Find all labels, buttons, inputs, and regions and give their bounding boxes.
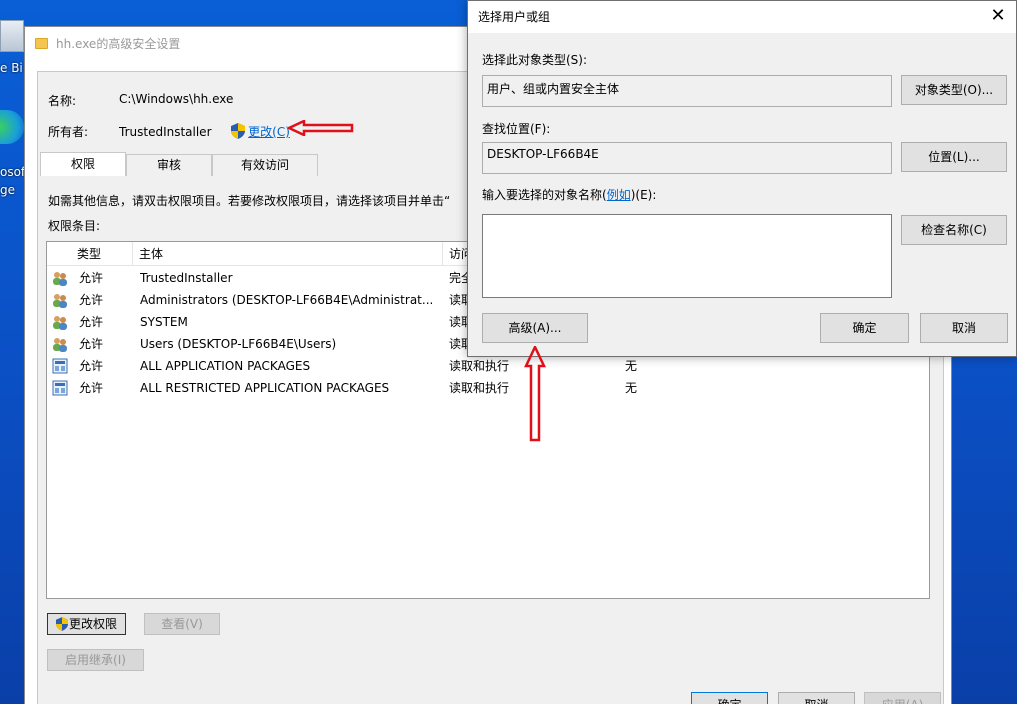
table-cell-principal: ALL RESTRICTED APPLICATION PACKAGES	[140, 381, 390, 395]
recycle-bin-icon	[0, 20, 24, 52]
column-header-type[interactable]: 类型	[71, 242, 133, 266]
tab-auditing[interactable]: 审核	[126, 154, 213, 176]
users-icon	[52, 270, 68, 286]
name-row: 名称: C:\Windows\hh.exe	[48, 92, 233, 109]
users-icon	[52, 292, 68, 308]
table-cell-type: 允许	[79, 381, 104, 395]
dialog-cancel-button[interactable]: 取消	[920, 313, 1008, 343]
desktop-icon-label: ge	[0, 183, 15, 197]
apply-button[interactable]: 应用(A)	[864, 692, 941, 704]
name-label: 名称:	[48, 94, 77, 108]
object-type-label: 选择此对象类型(S):	[482, 53, 588, 67]
table-cell-access: 读取和执行	[449, 359, 510, 373]
column-header-principal[interactable]: 主体	[133, 242, 443, 266]
annotation-arrow-up	[524, 346, 546, 442]
enter-names-label-suffix: )(E):	[630, 188, 657, 202]
dialog-ok-button[interactable]: 确定	[820, 313, 909, 343]
users-icon	[52, 336, 68, 352]
uac-shield-icon	[55, 617, 68, 631]
dialog-title: 选择用户或组	[478, 10, 551, 24]
object-names-textarea[interactable]	[482, 214, 892, 298]
window-title: hh.exe的高级安全设置	[56, 36, 181, 51]
view-button[interactable]: 查看(V)	[144, 613, 220, 635]
enable-inheritance-button[interactable]: 启用继承(I)	[47, 649, 144, 671]
dialog-titlebar[interactable]: 选择用户或组 ✕	[468, 1, 1016, 33]
table-cell-inherited: 无	[625, 381, 638, 395]
users-icon	[52, 314, 68, 330]
packages-icon	[52, 358, 68, 374]
examples-link[interactable]: 例如	[607, 188, 631, 202]
table-cell-access: 读取和执行	[449, 381, 510, 395]
table-cell-type: 允许	[79, 337, 104, 351]
table-cell-type: 允许	[79, 359, 104, 373]
packages-icon	[52, 380, 68, 396]
table-cell-principal: Users (DESKTOP-LF66B4E\Users)	[140, 337, 337, 351]
table-row[interactable]: 允许 ALL RESTRICTED APPLICATION PACKAGES 读取和…	[47, 377, 929, 399]
owner-value-group: TrustedInstaller 更改(C)	[119, 123, 290, 140]
select-users-dialog: 选择用户或组 ✕ 选择此对象类型(S): 用户、组或内置安全主体 对象类型(O)…	[467, 0, 1017, 357]
advanced-button[interactable]: 高级(A)...	[482, 313, 588, 343]
owner-label: 所有者:	[48, 125, 89, 139]
locations-button[interactable]: 位置(L)...	[901, 142, 1007, 172]
table-cell-type: 允许	[79, 293, 104, 307]
edge-icon	[0, 110, 24, 144]
table-cell-principal: Administrators (DESKTOP-LF66B4E\Administ…	[140, 293, 434, 307]
owner-row: 所有者: TrustedInstaller 更改(C)	[48, 123, 290, 140]
info-text: 如需其他信息，请双击权限项目。若要修改权限项目，请选择该项目并单击“	[48, 194, 451, 208]
ok-button[interactable]: 确定	[691, 692, 768, 704]
table-cell-type: 允许	[79, 315, 104, 329]
close-icon[interactable]: ✕	[984, 1, 1012, 33]
table-cell-type: 允许	[79, 271, 104, 285]
location-label: 查找位置(F):	[482, 122, 551, 136]
object-types-button[interactable]: 对象类型(O)...	[901, 75, 1007, 105]
table-cell-principal: SYSTEM	[140, 315, 188, 329]
location-field: DESKTOP-LF66B4E	[482, 142, 892, 174]
change-permissions-label: 更改权限	[68, 617, 117, 631]
annotation-arrow-left	[288, 120, 354, 136]
location-value: DESKTOP-LF66B4E	[487, 147, 599, 161]
check-names-button[interactable]: 检查名称(C)	[901, 215, 1007, 245]
change-owner-link[interactable]: 更改(C)	[248, 125, 290, 139]
folder-icon	[35, 37, 48, 49]
tab-effective-access[interactable]: 有效访问	[212, 154, 319, 176]
cancel-button[interactable]: 取消	[778, 692, 855, 704]
owner-value: TrustedInstaller	[119, 125, 212, 139]
object-type-value: 用户、组或内置安全主体	[487, 82, 620, 96]
desktop-icon-label: e Bi	[0, 61, 23, 75]
tab-permissions[interactable]: 权限	[40, 152, 127, 176]
enter-names-label-text: 输入要选择的对象名称(	[482, 188, 607, 202]
object-type-field: 用户、组或内置安全主体	[482, 75, 892, 107]
tab-bar: 权限 审核 有效访问	[40, 152, 319, 176]
table-cell-principal: TrustedInstaller	[140, 271, 233, 285]
uac-shield-icon	[231, 123, 246, 139]
desktop-icon-label: osof	[0, 165, 26, 179]
change-permissions-button[interactable]: 更改权限	[47, 613, 126, 635]
permission-entries-label: 权限条目:	[48, 219, 101, 233]
table-cell-inherited: 无	[625, 359, 638, 373]
table-cell-principal: ALL APPLICATION PACKAGES	[140, 359, 311, 373]
enter-names-label: 输入要选择的对象名称(例如)(E):	[482, 186, 656, 203]
table-row[interactable]: 允许 ALL APPLICATION PACKAGES 读取和执行 无	[47, 355, 929, 377]
name-value: C:\Windows\hh.exe	[119, 92, 234, 106]
